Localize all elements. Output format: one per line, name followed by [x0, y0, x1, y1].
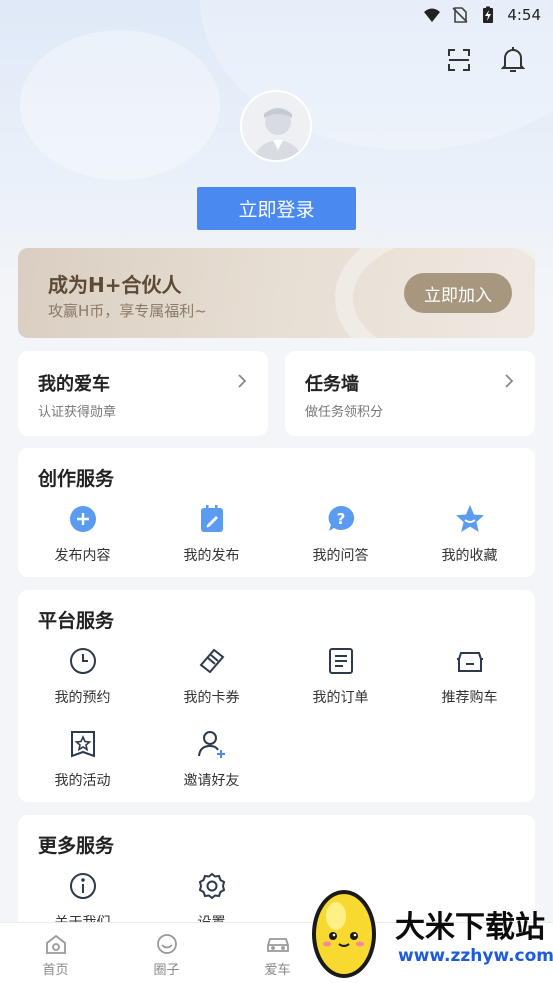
- section-title: 创作服务: [38, 468, 115, 490]
- section-title: 平台服务: [38, 610, 115, 632]
- watermark-text: 大米下载站: [395, 910, 545, 945]
- service-label: 我的收藏: [441, 548, 498, 564]
- service-my-activities[interactable]: 我的活动: [18, 728, 147, 790]
- my-car-card[interactable]: 我的爱车 认证获得勋章: [18, 351, 268, 436]
- service-label: 我的卡券: [183, 690, 240, 706]
- tab-label: 首页: [42, 963, 69, 978]
- tab-label: 爱车: [264, 963, 291, 978]
- home-icon: [45, 934, 66, 954]
- ticket-icon: [196, 645, 228, 677]
- car-front-icon: [454, 645, 486, 677]
- service-my-reservations[interactable]: 我的预约: [18, 645, 147, 707]
- partner-title: 成为H+合伙人: [48, 273, 182, 297]
- my-car-title: 我的爱车: [38, 374, 110, 395]
- car-icon: [266, 938, 289, 952]
- status-time: 4:54: [507, 6, 541, 24]
- status-bar: 4:54: [0, 0, 553, 30]
- tab-home[interactable]: 首页: [0, 923, 111, 983]
- service-label: 我的发布: [183, 548, 240, 564]
- no-sim-icon: [451, 6, 469, 24]
- edit-note-icon: [196, 503, 228, 535]
- service-my-qa[interactable]: ? 我的问答: [276, 503, 405, 565]
- service-label: 推荐购车: [441, 690, 498, 706]
- svg-text:?: ?: [336, 510, 345, 528]
- service-my-coupons[interactable]: 我的卡券: [147, 645, 276, 707]
- service-my-orders[interactable]: 我的订单: [276, 645, 405, 707]
- tab-label: 圈子: [153, 963, 180, 978]
- service-recommend-car[interactable]: 推荐购车: [405, 645, 534, 707]
- my-car-subtitle: 认证获得勋章: [38, 405, 117, 420]
- header-actions: [447, 46, 525, 74]
- service-label: 我的订单: [312, 690, 369, 706]
- chevron-right-icon: [505, 374, 514, 388]
- platform-services-section: 平台服务 我的预约 我的卡券 我的订单 推荐购车 我的活动 邀请好友: [18, 590, 535, 802]
- clock-icon: [67, 645, 99, 677]
- add-user-icon: [196, 728, 228, 760]
- order-list-icon: [325, 645, 357, 677]
- service-label: 邀请好友: [183, 773, 240, 789]
- battery-charging-icon: [479, 6, 497, 24]
- tab-circle[interactable]: 圈子: [111, 923, 222, 983]
- avatar[interactable]: [240, 90, 312, 162]
- scan-icon[interactable]: [447, 46, 471, 74]
- login-button[interactable]: 立即登录: [197, 187, 356, 230]
- rice-mascot-logo: [312, 890, 376, 978]
- service-my-posts[interactable]: 我的发布: [147, 503, 276, 565]
- service-invite-friends[interactable]: 邀请好友: [147, 728, 276, 790]
- gear-icon: [196, 870, 228, 902]
- watermark-url: www.zzhyw.com: [398, 946, 553, 966]
- service-label: 我的活动: [54, 773, 111, 789]
- info-icon: [67, 870, 99, 902]
- join-button[interactable]: 立即加入: [404, 273, 512, 313]
- chevron-right-icon: [238, 374, 247, 388]
- service-label: 发布内容: [54, 548, 111, 564]
- task-wall-title: 任务墙: [305, 374, 359, 395]
- section-title: 更多服务: [38, 835, 115, 857]
- circle-icon: [156, 934, 177, 954]
- question-bubble-icon: ?: [325, 503, 357, 535]
- star-icon: [454, 503, 486, 535]
- service-label: 我的问答: [312, 548, 369, 564]
- task-wall-card[interactable]: 任务墙 做任务领积分: [285, 351, 535, 436]
- wifi-icon: [423, 6, 441, 24]
- star-bookmark-icon: [67, 728, 99, 760]
- partner-subtitle: 攻赢H币，享专属福利~: [48, 302, 207, 320]
- service-label: 我的预约: [54, 690, 111, 706]
- task-wall-subtitle: 做任务领积分: [305, 405, 384, 420]
- bell-icon[interactable]: [501, 46, 525, 74]
- partner-banner[interactable]: 成为H+合伙人 攻赢H币，享专属福利~ 立即加入: [18, 248, 535, 338]
- creation-services-section: 创作服务 发布内容 我的发布 ? 我的问答 我的收藏: [18, 448, 535, 577]
- watermark: 大米下载站 www.zzhyw.com: [302, 880, 553, 983]
- plus-circle-icon: [67, 503, 99, 535]
- service-publish-content[interactable]: 发布内容: [18, 503, 147, 565]
- service-my-favorites[interactable]: 我的收藏: [405, 503, 534, 565]
